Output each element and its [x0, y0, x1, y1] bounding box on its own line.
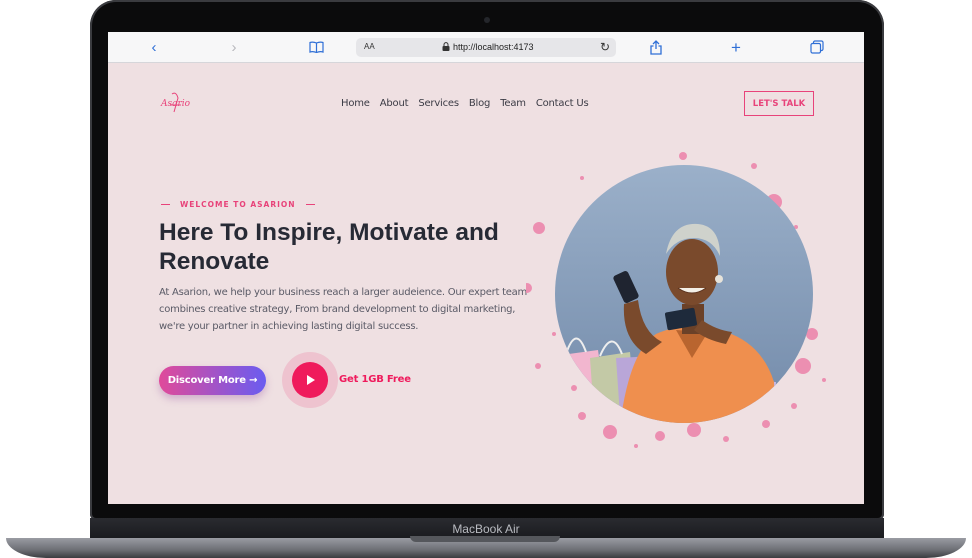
main-nav: Home About Services Blog Team Contact Us [341, 98, 589, 109]
eyebrow-dash-left [161, 203, 170, 206]
new-tab-icon[interactable]: + [728, 39, 744, 56]
forward-icon[interactable]: › [226, 39, 242, 55]
text-size-button[interactable]: AA [364, 42, 375, 51]
bookmarks-icon[interactable] [308, 39, 324, 55]
lock-icon [442, 42, 450, 51]
laptop-notch [410, 536, 560, 542]
hero-illustration [526, 152, 826, 448]
browser-screen: ‹ › AA http://localhost:4173 ↻ + Asarion… [108, 32, 864, 504]
browser-toolbar: ‹ › AA http://localhost:4173 ↻ + [108, 32, 864, 63]
address-bar[interactable]: AA http://localhost:4173 ↻ [356, 38, 616, 57]
reload-icon[interactable]: ↻ [600, 40, 610, 54]
hero-eyebrow: WELCOME TO ASARION [161, 200, 315, 209]
back-icon[interactable]: ‹ [146, 39, 162, 55]
eyebrow-dash-right [305, 203, 315, 206]
eyebrow-text: WELCOME TO ASARION [180, 200, 296, 209]
webcam [484, 17, 490, 23]
nav-team[interactable]: Team [500, 98, 526, 109]
nav-blog[interactable]: Blog [469, 98, 491, 109]
laptop-base: MacBook Air [0, 518, 972, 558]
hero-headline: Here To Inspire, Motivate and Renovate [159, 219, 499, 275]
get-free-link[interactable]: Get 1GB Free [339, 374, 411, 385]
nav-contact-us[interactable]: Contact Us [536, 98, 589, 109]
site-logo[interactable]: Asarion [160, 92, 190, 114]
device-model-label: MacBook Air [452, 522, 520, 536]
tabs-icon[interactable] [809, 39, 825, 55]
lets-talk-button[interactable]: LET'S TALK [744, 91, 814, 116]
share-icon[interactable] [648, 39, 664, 55]
play-icon [307, 375, 315, 385]
play-button[interactable] [292, 362, 328, 398]
nav-services[interactable]: Services [418, 98, 459, 109]
hero-paragraph: At Asarion, we help your business reach … [159, 287, 528, 332]
nav-home[interactable]: Home [341, 98, 370, 109]
discover-more-button[interactable]: Discover More → [159, 366, 266, 395]
url-text: http://localhost:4173 [453, 42, 534, 52]
nav-about[interactable]: About [380, 98, 409, 109]
